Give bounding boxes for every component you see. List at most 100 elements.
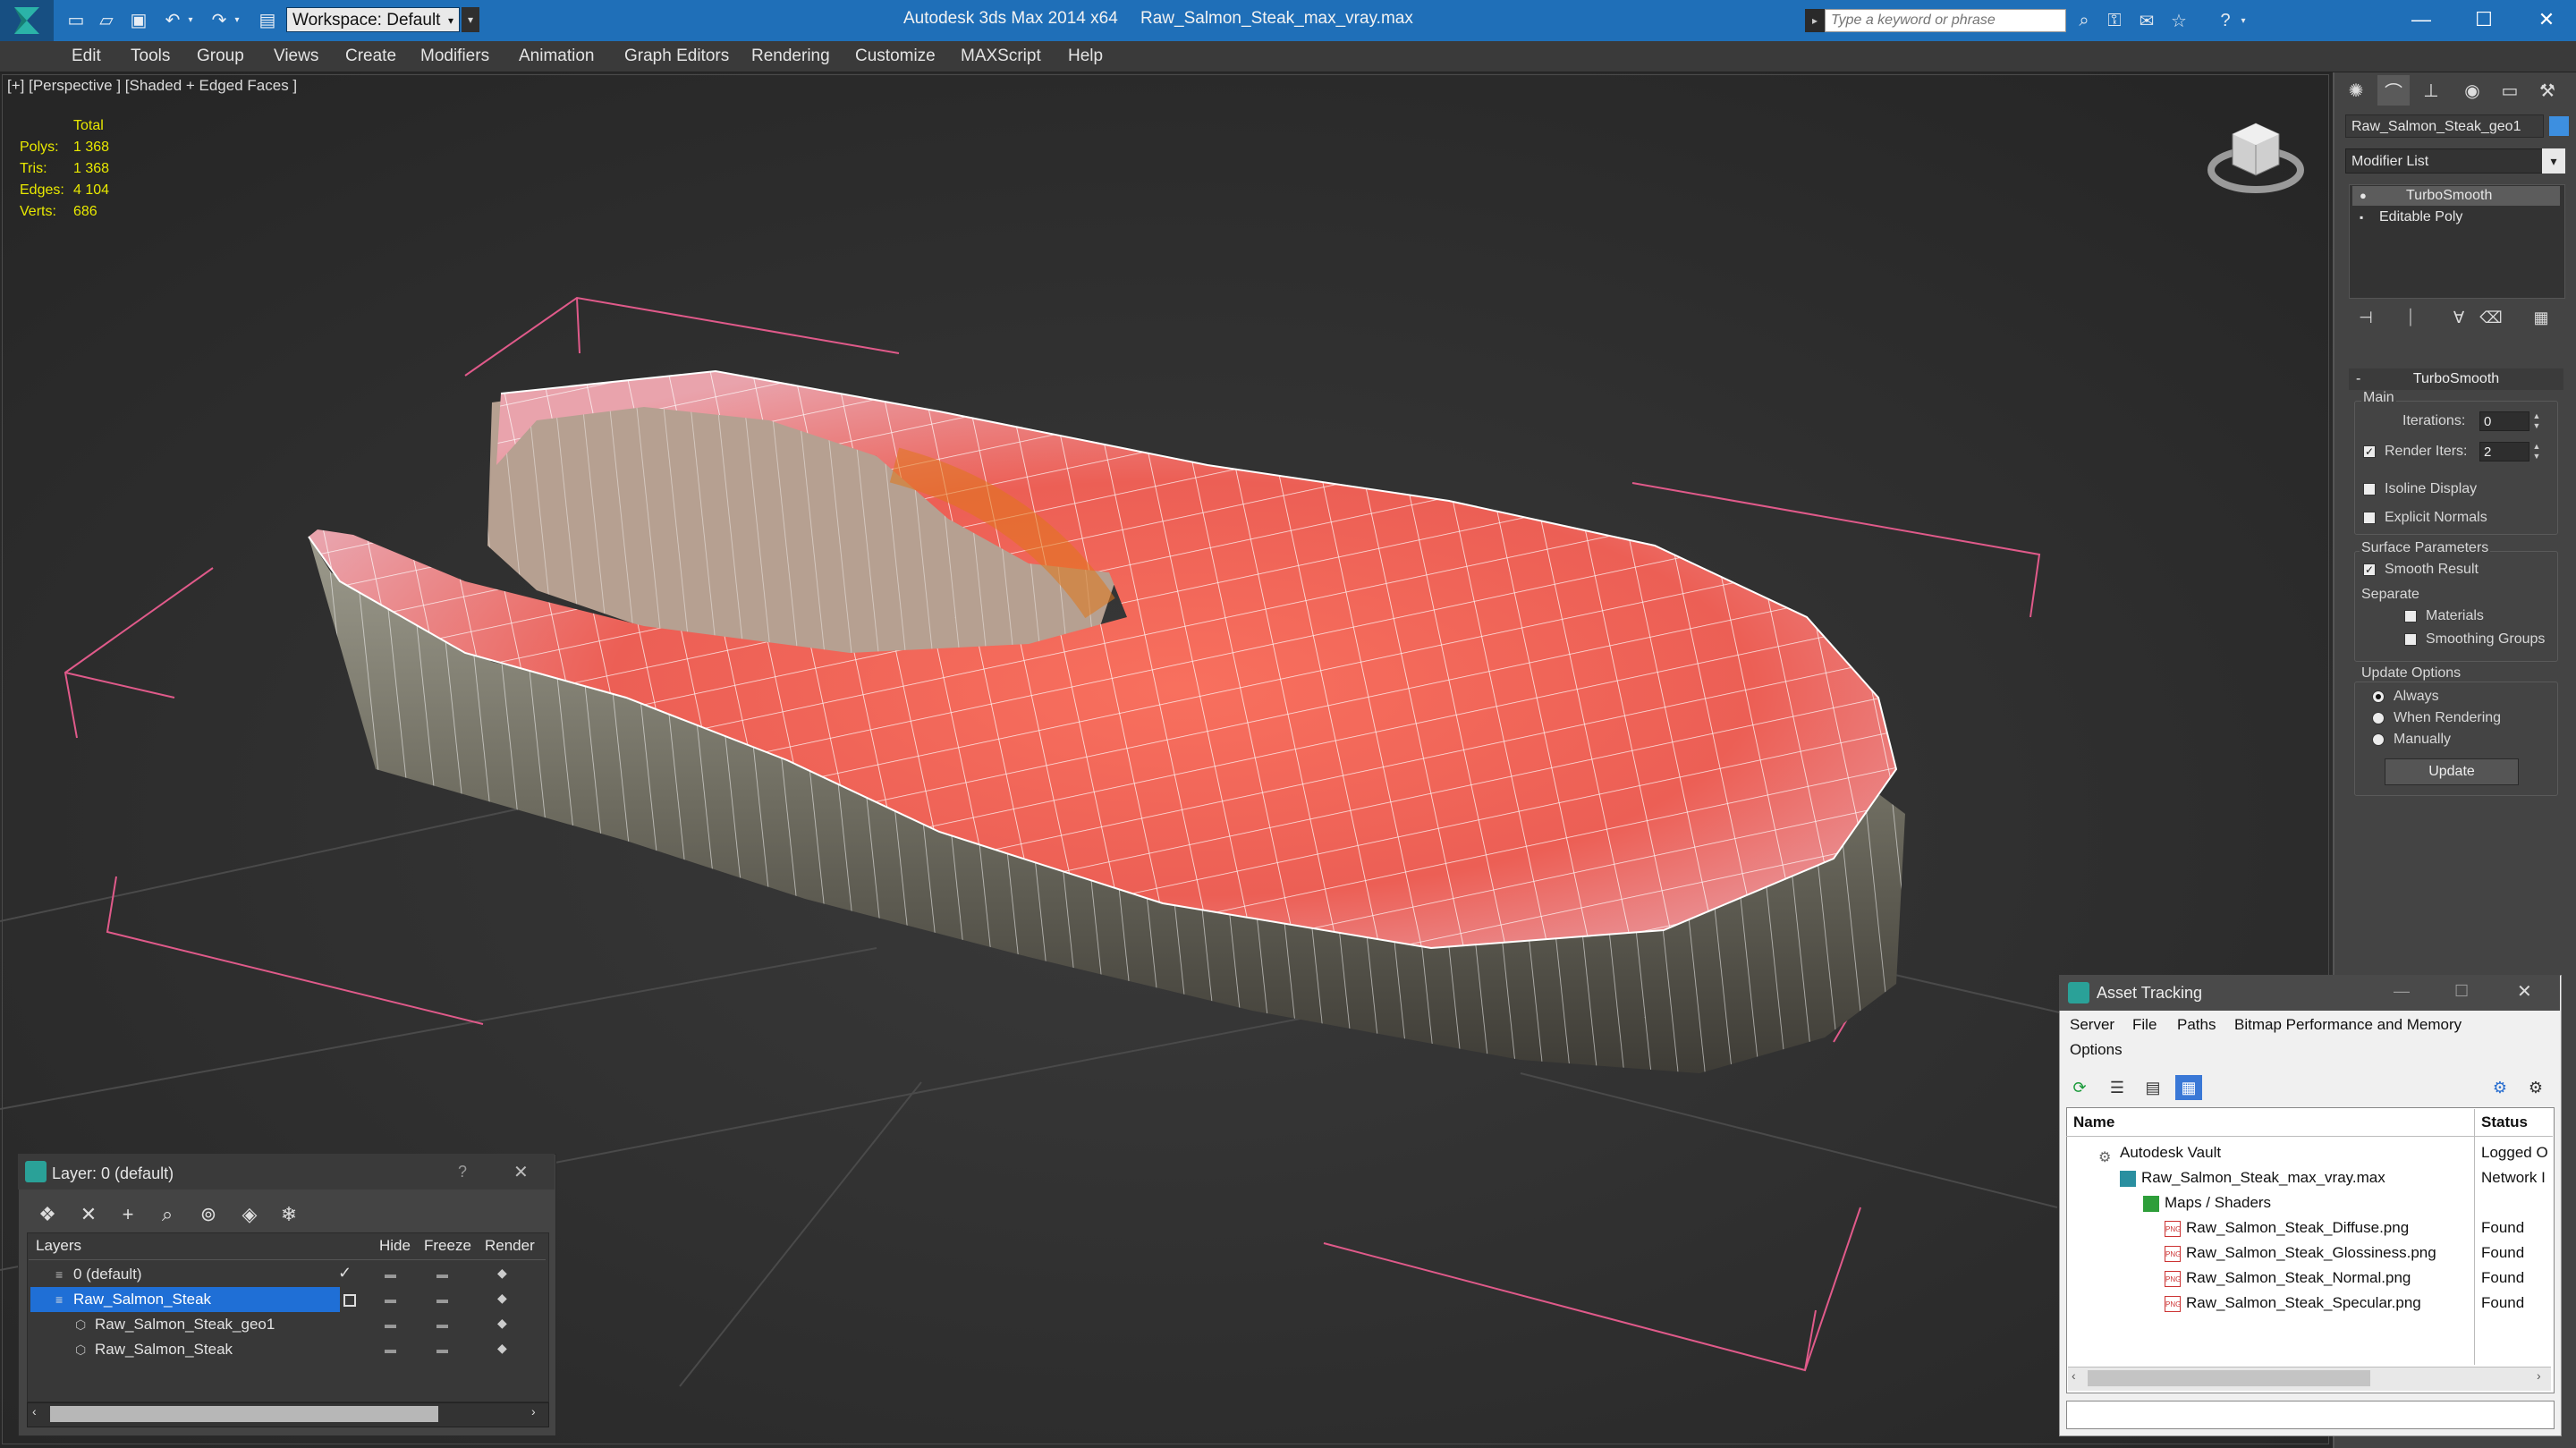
communication-center-icon[interactable]: ✉	[2134, 9, 2159, 32]
modifier-list-dropdown[interactable]: Modifier List	[2345, 148, 2565, 174]
asset-row-diffuse[interactable]: PNG Raw_Salmon_Steak_Diffuse.png	[2165, 1215, 2409, 1241]
scroll-right-icon[interactable]: ›	[2537, 1368, 2541, 1383]
render-iters-spinner[interactable]: 2	[2479, 442, 2529, 461]
update-manually-radio[interactable]	[2372, 733, 2385, 746]
menu-rendering[interactable]: Rendering	[751, 47, 830, 66]
configure-sets-icon[interactable]: ▦	[2528, 304, 2555, 331]
table-row[interactable]: ≡ Raw_Salmon_Steak ▬ ▬ ◆	[29, 1287, 546, 1312]
subscription-icon[interactable]: ⚿	[2102, 9, 2127, 32]
vault-login-icon[interactable]: ⚙	[2487, 1075, 2513, 1100]
menu-modifiers[interactable]: Modifiers	[420, 47, 489, 66]
spinner-arrows-icon[interactable]: ▲ ▼	[2531, 411, 2542, 431]
column-header-name[interactable]: Name	[2073, 1109, 2114, 1136]
vault-settings-icon[interactable]: ⚙	[2522, 1075, 2549, 1100]
asset-menu-server[interactable]: Server	[2070, 1016, 2114, 1034]
menu-customize[interactable]: Customize	[855, 47, 936, 66]
menu-views[interactable]: Views	[274, 47, 318, 66]
menu-tools[interactable]: Tools	[131, 47, 170, 66]
create-tab-icon[interactable]: ✺	[2340, 75, 2372, 106]
undo-icon[interactable]: ↶	[161, 8, 184, 31]
menu-edit[interactable]: Edit	[72, 47, 101, 66]
table-view-icon[interactable]: ▤	[2140, 1075, 2166, 1100]
close-button[interactable]: ✕	[2515, 0, 2576, 39]
search-input[interactable]	[1825, 9, 2066, 32]
redo-icon[interactable]: ↷	[208, 8, 231, 31]
utilities-tab-icon[interactable]: ⚒	[2531, 75, 2563, 106]
isoline-display-checkbox[interactable]	[2363, 483, 2376, 495]
render-teapot-icon[interactable]: ◆	[497, 1316, 507, 1331]
freeze-all-layers-icon[interactable]: ❄	[274, 1200, 304, 1229]
viewport-label-menu[interactable]: [+] [Perspective ] [Shaded + Edged Faces…	[7, 77, 297, 95]
separate-smoothing-groups-checkbox[interactable]	[2404, 633, 2417, 646]
asset-menu-file[interactable]: File	[2132, 1016, 2157, 1034]
column-header-render[interactable]: Render	[485, 1232, 535, 1259]
close-icon[interactable]: ✕	[513, 1161, 529, 1183]
hide-toggle[interactable]: ▬	[385, 1267, 396, 1281]
hide-toggle[interactable]: ▬	[385, 1342, 396, 1356]
spinner-arrows-icon[interactable]: ▲ ▼	[2531, 442, 2542, 461]
modifier-expand-icon[interactable]: ▪	[2360, 207, 2363, 227]
freeze-toggle[interactable]: ▬	[436, 1342, 448, 1356]
lightbulb-icon[interactable]: ●	[2360, 186, 2367, 206]
asset-row-specular[interactable]: PNG Raw_Salmon_Steak_Specular.png	[2165, 1291, 2421, 1316]
asset-row-max-file[interactable]: Raw_Salmon_Steak_max_vray.max	[2120, 1165, 2385, 1190]
hierarchy-tab-icon[interactable]: ⊥	[2415, 75, 2447, 106]
chevron-down-icon[interactable]: ▾	[2542, 148, 2565, 174]
add-to-layer-icon[interactable]: +	[113, 1200, 143, 1229]
help-dropdown-icon[interactable]: ▾	[2236, 9, 2250, 32]
render-teapot-icon[interactable]: ◆	[497, 1291, 507, 1306]
update-button[interactable]: Update	[2385, 758, 2519, 785]
render-teapot-icon[interactable]: ◆	[497, 1266, 507, 1281]
render-iters-checkbox[interactable]: ✓	[2363, 445, 2376, 458]
menu-help[interactable]: Help	[1068, 47, 1103, 66]
asset-row-glossiness[interactable]: PNG Raw_Salmon_Steak_Glossiness.png	[2165, 1241, 2436, 1266]
set-active-layer-box[interactable]	[343, 1294, 356, 1307]
open-file-icon[interactable]: ▱	[95, 8, 118, 31]
minimize-icon[interactable]: —	[2394, 982, 2410, 1001]
help-icon[interactable]: ?	[2213, 9, 2238, 32]
workspace-selector[interactable]: Workspace: Default ▾	[286, 7, 460, 32]
make-unique-icon[interactable]: ∀	[2445, 304, 2472, 331]
separate-materials-checkbox[interactable]	[2404, 610, 2417, 622]
object-color-swatch[interactable]	[2549, 116, 2569, 136]
table-row[interactable]: ⬡ Raw_Salmon_Steak_geo1 ▬ ▬ ◆	[29, 1312, 546, 1337]
freeze-toggle[interactable]: ▬	[436, 1267, 448, 1281]
table-row[interactable]: ⬡ Raw_Salmon_Steak ▬ ▬ ◆	[29, 1337, 546, 1362]
active-layer-check-icon[interactable]: ✓	[338, 1264, 352, 1283]
menu-create[interactable]: Create	[345, 47, 396, 66]
list-view-icon[interactable]: ☰	[2104, 1075, 2131, 1100]
update-always-radio[interactable]	[2372, 690, 2385, 703]
smooth-result-checkbox[interactable]: ✓	[2363, 563, 2376, 576]
column-header-freeze[interactable]: Freeze	[424, 1232, 471, 1259]
scrollbar-thumb[interactable]	[2088, 1370, 2370, 1386]
save-file-icon[interactable]: ▣	[127, 8, 150, 31]
show-end-result-icon[interactable]: ⏐	[2397, 304, 2424, 331]
quick-access-customize-icon[interactable]: ▾	[462, 7, 479, 32]
remove-modifier-icon[interactable]: ⌫	[2478, 304, 2504, 331]
hide-toggle[interactable]: ▬	[385, 1317, 396, 1331]
asset-menu-paths[interactable]: Paths	[2177, 1016, 2216, 1034]
column-header-hide[interactable]: Hide	[379, 1232, 411, 1259]
highlight-selected-layer-icon[interactable]: ⊚	[193, 1200, 224, 1229]
display-tab-icon[interactable]: ▭	[2494, 75, 2526, 106]
render-teapot-icon[interactable]: ◆	[497, 1341, 507, 1356]
close-icon[interactable]: ✕	[2517, 980, 2532, 1003]
explicit-normals-checkbox[interactable]	[2363, 512, 2376, 524]
freeze-toggle[interactable]: ▬	[436, 1317, 448, 1331]
turbosmooth-rollout-header[interactable]: - TurboSmooth	[2349, 368, 2563, 390]
help-icon[interactable]: ?	[458, 1163, 467, 1181]
freeze-toggle[interactable]: ▬	[436, 1292, 448, 1306]
hide-toggle[interactable]: ▬	[385, 1292, 396, 1306]
undo-dropdown-icon[interactable]: ▾	[184, 8, 197, 31]
refresh-icon[interactable]: ⟳	[2066, 1075, 2093, 1100]
create-layer-icon[interactable]: ❖	[32, 1200, 63, 1229]
minimize-button[interactable]: —	[2390, 0, 2453, 39]
binoculars-icon[interactable]: ⌕	[2072, 9, 2097, 32]
pin-stack-icon[interactable]: ⊣	[2352, 304, 2379, 331]
hide-all-layers-icon[interactable]: ◈	[234, 1200, 265, 1229]
scroll-left-icon[interactable]: ‹	[2072, 1368, 2076, 1383]
asset-path-field[interactable]	[2066, 1401, 2555, 1429]
asset-row-vault[interactable]: ⚙ Autodesk Vault	[2098, 1140, 2221, 1165]
scroll-right-icon[interactable]: ›	[531, 1404, 536, 1418]
app-menu-button[interactable]	[0, 0, 54, 41]
